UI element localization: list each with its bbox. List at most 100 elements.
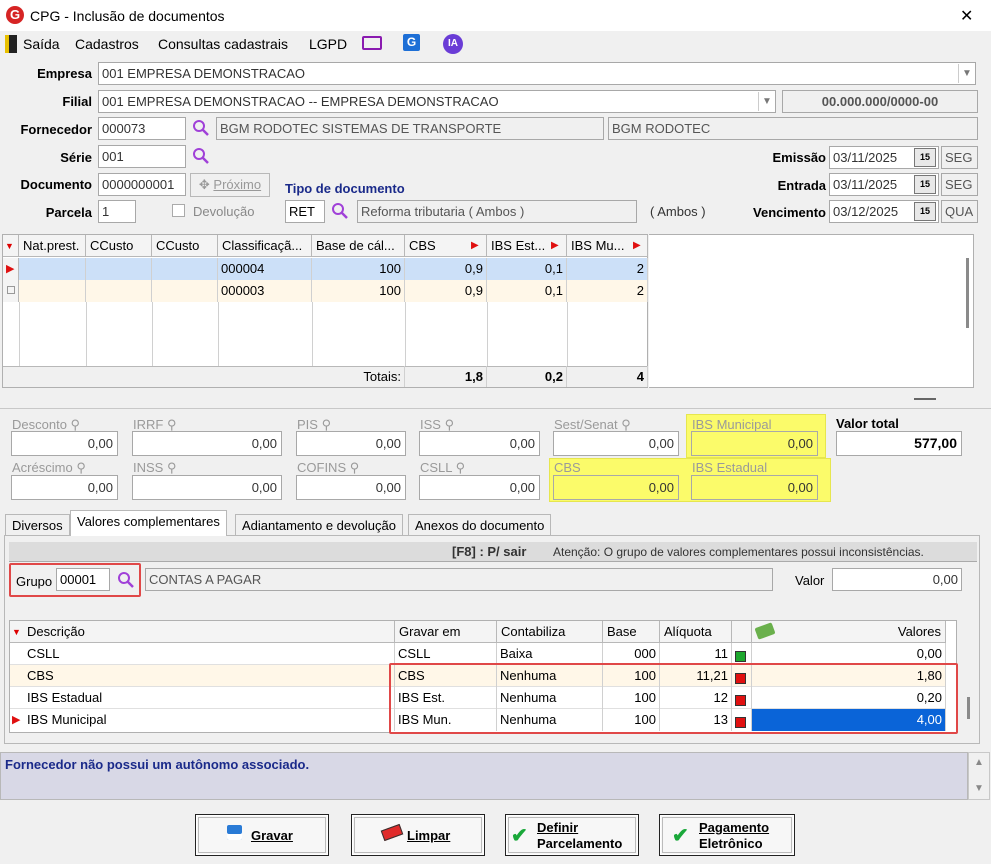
cell-descricao[interactable]: CSLL xyxy=(24,643,395,665)
ia-icon[interactable]: IA xyxy=(443,34,463,54)
cell-ccusto1[interactable] xyxy=(86,280,152,302)
inss-label: INSS ⚲ xyxy=(133,460,177,475)
cell-cbs[interactable]: 0,9 xyxy=(405,258,487,280)
ibs-estadual-label: IBS Estadual xyxy=(692,460,768,475)
tab-diversos[interactable]: Diversos xyxy=(5,514,70,536)
documento-input[interactable]: 0000000001 xyxy=(98,173,186,196)
col-descricao[interactable]: Descrição xyxy=(24,621,395,643)
cell-aliquota[interactable]: 11 xyxy=(660,643,732,665)
csll-field[interactable]: 0,00 xyxy=(419,475,540,500)
iss-field[interactable]: 0,00 xyxy=(419,431,540,456)
check-icon: ✔ xyxy=(511,825,528,847)
valor-total-label: Valor total xyxy=(836,416,899,431)
status-scrollbar[interactable]: ▲ ▼ xyxy=(968,752,990,800)
cell-cbs[interactable]: 0,9 xyxy=(405,280,487,302)
fornecedor-code-input[interactable]: 000073 xyxy=(98,117,186,140)
cell-ibs-est[interactable]: 0,1 xyxy=(487,258,567,280)
ibs-estadual-field[interactable]: 0,00 xyxy=(691,475,818,500)
devolucao-checkbox[interactable] xyxy=(172,204,185,217)
proximo-button[interactable]: ✥ Próximo xyxy=(190,173,270,197)
scrollbar-thumb[interactable] xyxy=(966,258,969,328)
valor-input[interactable]: 0,00 xyxy=(832,568,962,591)
menu-consultas[interactable]: Consultas cadastrais xyxy=(158,36,288,52)
limpar-button[interactable]: Limpar xyxy=(351,814,485,856)
tab-anexos[interactable]: Anexos do documento xyxy=(408,514,552,536)
cell-base[interactable]: 100 xyxy=(312,280,405,302)
col-contabiliza[interactable]: Contabiliza xyxy=(497,621,603,643)
cell-ibs-mun[interactable]: 2 xyxy=(567,258,648,280)
tipo-doc-code-input[interactable]: RET xyxy=(285,200,325,223)
parcela-input[interactable]: 1 xyxy=(98,200,136,223)
col-ccusto-2[interactable]: CCusto xyxy=(152,235,218,257)
col-aliquota[interactable]: Alíquota xyxy=(660,621,732,643)
search-icon[interactable] xyxy=(192,147,210,165)
empresa-select[interactable]: 001 EMPRESA DEMONSTRACAO xyxy=(98,62,976,85)
cell-base[interactable]: 000 xyxy=(603,643,660,665)
monitor-icon[interactable] xyxy=(362,36,382,50)
g-logo-icon[interactable]: G xyxy=(403,34,420,51)
cell-descricao[interactable]: IBS Municipal xyxy=(24,709,395,731)
calendar-icon[interactable]: 15 xyxy=(914,148,936,167)
col-nat-prest[interactable]: Nat.prest. xyxy=(19,235,86,257)
cell-valor[interactable]: 0,00 xyxy=(752,643,946,665)
cell-nat[interactable] xyxy=(19,280,86,302)
cell-ibs-mun[interactable]: 2 xyxy=(567,280,648,302)
desconto-field[interactable]: 0,00 xyxy=(11,431,118,456)
col-valores[interactable]: Valores xyxy=(752,621,946,643)
chevron-down-icon[interactable]: ▼ xyxy=(758,92,775,111)
chevron-down-icon[interactable]: ▼ xyxy=(958,64,975,83)
tab-adiantamento[interactable]: Adiantamento e devolução xyxy=(235,514,403,536)
search-icon[interactable] xyxy=(192,119,210,137)
col-ccusto-1[interactable]: CCusto xyxy=(86,235,152,257)
tipo-doc-label: Tipo de documento xyxy=(285,181,405,196)
cell-ibs-est[interactable]: 0,1 xyxy=(487,280,567,302)
menu-lgpd[interactable]: LGPD xyxy=(309,36,347,52)
cell-ccusto2[interactable] xyxy=(152,280,218,302)
calendar-icon[interactable]: 15 xyxy=(914,202,936,221)
irrf-field[interactable]: 0,00 xyxy=(132,431,282,456)
menu-cadastros[interactable]: Cadastros xyxy=(75,36,139,52)
scroll-down-icon[interactable]: ▼ xyxy=(974,783,984,794)
cell-gravar[interactable]: CSLL xyxy=(395,643,497,665)
cell-nat[interactable] xyxy=(19,258,86,280)
cell-classificacao[interactable]: 000003 xyxy=(218,280,312,302)
scroll-up-icon[interactable]: ▲ xyxy=(974,757,984,768)
fornecedor-short: BGM RODOTEC xyxy=(608,117,978,140)
col-base[interactable]: Base xyxy=(603,621,660,643)
annotation-box-grupo xyxy=(9,563,141,597)
inss-field[interactable]: 0,00 xyxy=(132,475,282,500)
cbs-field[interactable]: 0,00 xyxy=(553,475,679,500)
col-classificacao[interactable]: Classificaçã... xyxy=(218,235,312,257)
tab-valores-complementares[interactable]: Valores complementares xyxy=(70,510,227,536)
col-status[interactable] xyxy=(732,621,752,643)
col-base-calculo[interactable]: Base de cál... xyxy=(312,235,405,257)
cell-descricao[interactable]: CBS xyxy=(24,665,395,687)
divider xyxy=(0,408,991,409)
serie-input[interactable]: 001 xyxy=(98,145,186,168)
acrescimo-field[interactable]: 0,00 xyxy=(11,475,118,500)
cell-classificacao[interactable]: 000004 xyxy=(218,258,312,280)
lock-icon: ⚲ xyxy=(321,417,332,432)
ibs-municipal-field[interactable]: 0,00 xyxy=(691,431,818,456)
filial-select[interactable]: 001 EMPRESA DEMONSTRACAO -- EMPRESA DEMO… xyxy=(98,90,776,113)
calendar-icon[interactable]: 15 xyxy=(914,175,936,194)
cofins-field[interactable]: 0,00 xyxy=(296,475,406,500)
gravar-button[interactable]: Gravar xyxy=(195,814,329,856)
cell-ccusto2[interactable] xyxy=(152,258,218,280)
scrollbar-thumb[interactable] xyxy=(967,697,970,719)
cell-contabiliza[interactable]: Baixa xyxy=(497,643,603,665)
menu-saida[interactable]: Saída xyxy=(23,36,60,52)
col-gravar-em[interactable]: Gravar em xyxy=(395,621,497,643)
cell-ccusto1[interactable] xyxy=(86,258,152,280)
cell-base[interactable]: 100 xyxy=(312,258,405,280)
empresa-label: Empresa xyxy=(37,66,92,81)
lock-icon: ⚲ xyxy=(444,417,455,432)
pis-field[interactable]: 0,00 xyxy=(296,431,406,456)
exit-icon[interactable] xyxy=(5,35,17,53)
cell-descricao[interactable]: IBS Estadual xyxy=(24,687,395,709)
definir-parcelamento-button[interactable]: ✔ Definir Parcelamento xyxy=(505,814,639,856)
close-icon[interactable]: ✕ xyxy=(960,6,973,26)
sest-field[interactable]: 0,00 xyxy=(553,431,679,456)
search-icon[interactable] xyxy=(331,202,349,220)
pagamento-eletronico-button[interactable]: ✔ Pagamento Eletrônico xyxy=(659,814,795,856)
